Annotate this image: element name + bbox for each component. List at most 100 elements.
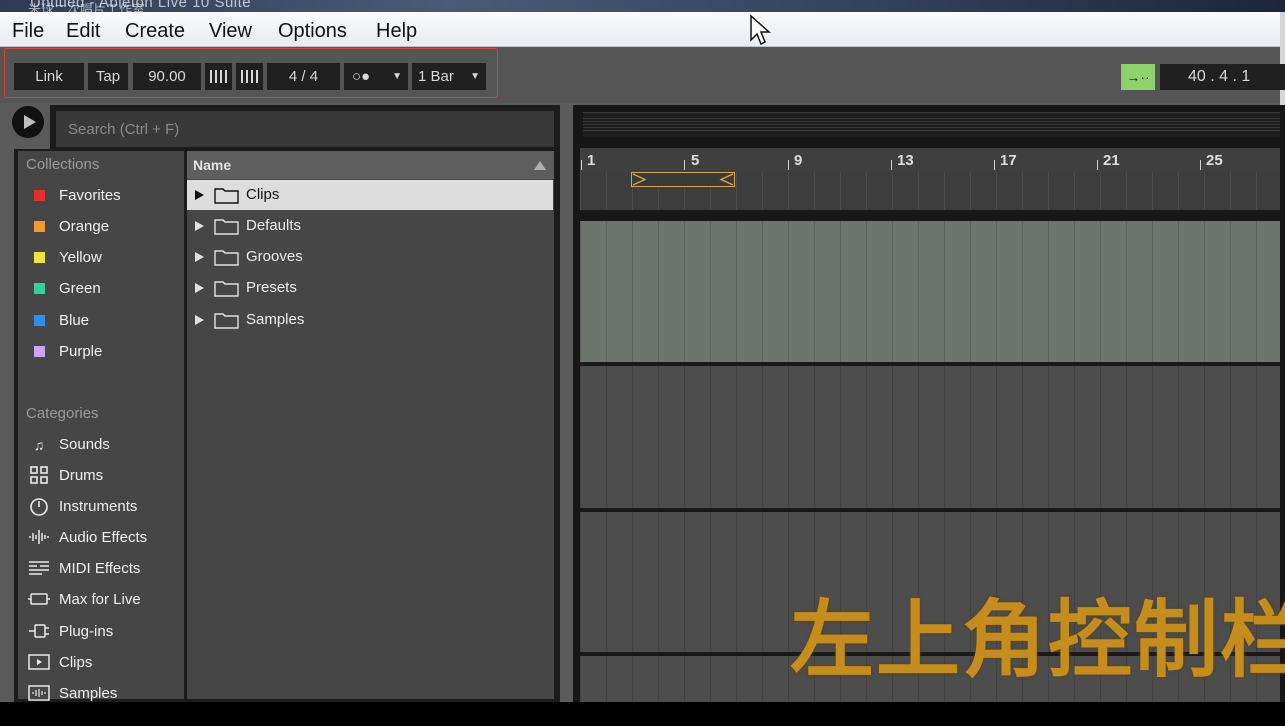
expand-arrow-icon[interactable] xyxy=(195,315,204,325)
category-clips[interactable]: Clips xyxy=(26,651,181,675)
menu-help[interactable]: Help xyxy=(376,20,417,43)
category-audio-effects[interactable]: Audio Effects xyxy=(26,526,181,550)
ruler-label-13: 13 xyxy=(897,152,914,169)
ruler-tick xyxy=(1097,160,1098,170)
max-device-icon xyxy=(28,590,50,610)
menu-options[interactable]: Options xyxy=(278,20,347,43)
sample-wave-icon xyxy=(28,684,50,704)
list-item-label: Presets xyxy=(246,279,297,296)
midi-lines-icon xyxy=(28,559,50,579)
list-item-samples[interactable]: Samples xyxy=(187,305,553,335)
track-separator xyxy=(580,210,1280,213)
loop-brace[interactable] xyxy=(631,172,735,187)
window-titlebar: Untitled - Ableton Live 10 Suite 米球二次唱片工… xyxy=(0,0,1285,12)
folder-icon xyxy=(214,188,239,204)
search-input[interactable]: Search (Ctrl + F) xyxy=(56,111,554,147)
ruler-label-1: 1 xyxy=(587,152,596,169)
preview-play-icon[interactable] xyxy=(12,106,44,138)
watermark: 米球二次唱片工作室 xyxy=(28,2,146,12)
folder-icon xyxy=(214,313,239,329)
chevron-down-icon: ▼ xyxy=(470,71,480,82)
list-item-label: Defaults xyxy=(246,217,302,234)
quantize-value: 1 Bar xyxy=(418,68,454,85)
loop-markers-icon xyxy=(632,173,734,186)
tempo-field[interactable]: 90.00 xyxy=(133,63,201,90)
metronome-toggle[interactable]: ○● ▼ xyxy=(344,63,408,90)
ruler-label-25: 25 xyxy=(1206,152,1223,169)
ruler-label-21: 21 xyxy=(1103,152,1120,169)
category-midi-effects[interactable]: MIDI Effects xyxy=(26,557,181,581)
ruler-tick xyxy=(994,160,995,170)
menu-file[interactable]: File xyxy=(12,20,44,43)
category-instruments[interactable]: Instruments xyxy=(26,495,181,519)
bottom-letterbox xyxy=(0,702,1285,726)
link-button[interactable]: Link xyxy=(14,63,84,90)
category-sounds[interactable]: ♫ Sounds xyxy=(26,433,181,457)
mouse-cursor-icon xyxy=(750,14,771,46)
menu-view[interactable]: View xyxy=(209,20,252,43)
track-separator xyxy=(580,362,1280,365)
tap-tempo-button[interactable]: Tap xyxy=(88,63,128,90)
category-label: Samples xyxy=(59,685,118,702)
clock-icon xyxy=(28,497,50,517)
color-swatch xyxy=(34,221,45,232)
collection-label: Green xyxy=(59,280,101,297)
collections-heading: Collections xyxy=(26,156,100,173)
track-lane-selected[interactable] xyxy=(580,221,1280,362)
folder-icon xyxy=(214,281,239,297)
clip-play-icon xyxy=(28,653,50,673)
collection-label: Purple xyxy=(59,343,103,360)
list-item-presets[interactable]: Presets xyxy=(187,273,553,303)
expand-arrow-icon[interactable] xyxy=(195,283,204,293)
collection-purple[interactable]: Purple xyxy=(26,341,181,363)
video-caption: 左上角控制栏 xyxy=(790,593,1285,687)
category-drums[interactable]: Drums xyxy=(26,464,181,488)
time-signature-field[interactable]: 4 / 4 xyxy=(267,63,340,90)
beat-time-ruler[interactable] xyxy=(580,148,1280,172)
category-plug-ins[interactable]: Plug-ins xyxy=(26,620,181,644)
ruler-tick xyxy=(684,160,685,170)
categories-heading: Categories xyxy=(26,405,99,422)
name-column-label: Name xyxy=(193,157,232,173)
menu-edit[interactable]: Edit xyxy=(66,20,100,43)
category-label: Instruments xyxy=(59,498,138,515)
name-column-header[interactable]: Name xyxy=(187,151,554,179)
color-swatch xyxy=(34,315,45,326)
collection-yellow[interactable]: Yellow xyxy=(26,247,181,269)
expand-arrow-icon[interactable] xyxy=(195,252,204,262)
category-label: MIDI Effects xyxy=(59,560,141,577)
track-lane[interactable] xyxy=(580,366,1280,508)
expand-arrow-icon[interactable] xyxy=(195,221,204,231)
nudge-down-icon[interactable] xyxy=(205,63,232,90)
nudge-up-icon[interactable] xyxy=(236,63,263,90)
follow-icon[interactable]: →·· xyxy=(1121,64,1155,90)
category-max-for-live[interactable]: Max for Live xyxy=(26,588,181,612)
ruler-label-17: 17 xyxy=(1000,152,1017,169)
plug-icon xyxy=(28,622,50,642)
list-item-grooves[interactable]: Grooves xyxy=(187,242,553,272)
list-item-clips[interactable]: Clips xyxy=(187,180,553,210)
chevron-down-icon: ▼ xyxy=(392,71,402,82)
collection-blue[interactable]: Blue xyxy=(26,310,181,332)
menu-create[interactable]: Create xyxy=(125,20,185,43)
category-label: Drums xyxy=(59,467,104,484)
overview-waveform xyxy=(583,118,1280,131)
menu-bar: File Edit Create View Options Help xyxy=(0,12,1282,47)
collection-favorites[interactable]: Favorites xyxy=(26,185,181,207)
color-swatch xyxy=(34,190,45,201)
sort-ascending-icon xyxy=(534,161,546,170)
ruler-tick xyxy=(1200,160,1201,170)
list-item-label: Clips xyxy=(246,186,280,203)
ruler-label-5: 5 xyxy=(691,152,700,169)
collection-label: Blue xyxy=(59,312,90,329)
category-label: Clips xyxy=(59,654,93,671)
ruler-label-9: 9 xyxy=(794,152,803,169)
quantize-dropdown[interactable]: 1 Bar ▼ xyxy=(412,63,486,90)
collection-green[interactable]: Green xyxy=(26,278,181,300)
list-item-label: Grooves xyxy=(246,248,303,265)
song-position-field[interactable]: 40 . 4 . 1 xyxy=(1160,64,1285,90)
expand-arrow-icon[interactable] xyxy=(195,190,204,200)
list-item-defaults[interactable]: Defaults xyxy=(187,211,553,241)
collection-orange[interactable]: Orange xyxy=(26,216,181,238)
waveform-icon xyxy=(28,528,50,548)
